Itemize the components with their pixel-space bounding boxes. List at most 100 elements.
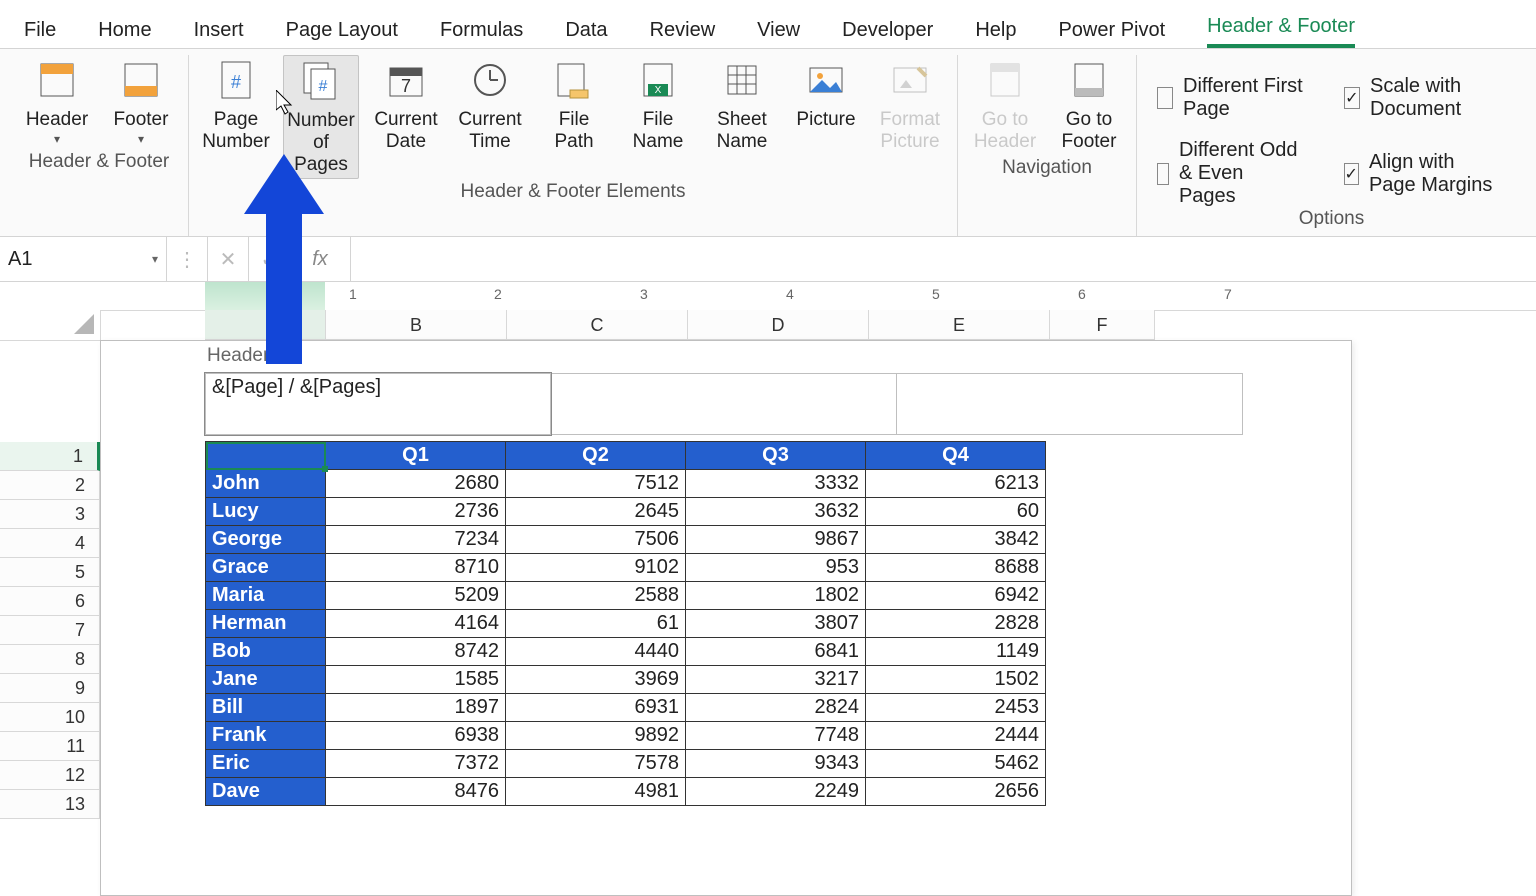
- data-cell[interactable]: 9343: [686, 750, 866, 778]
- cell-a1[interactable]: [206, 442, 326, 470]
- cancel-icon[interactable]: ✕: [208, 237, 249, 281]
- row-name-cell[interactable]: Maria: [206, 582, 326, 610]
- check-align[interactable]: ✓ Align with Page Margins: [1344, 139, 1506, 208]
- data-cell[interactable]: 8742: [326, 638, 506, 666]
- col-header-e[interactable]: E: [869, 310, 1050, 340]
- data-cell[interactable]: 2656: [866, 778, 1046, 806]
- row-name-cell[interactable]: Eric: [206, 750, 326, 778]
- data-cell[interactable]: 2645: [506, 498, 686, 526]
- data-cell[interactable]: 7234: [326, 526, 506, 554]
- data-cell[interactable]: 61: [506, 610, 686, 638]
- col-header-c[interactable]: C: [507, 310, 688, 340]
- check-scale[interactable]: ✓ Scale with Document: [1344, 75, 1506, 121]
- row-name-cell[interactable]: Dave: [206, 778, 326, 806]
- number-of-pages-button[interactable]: # Number of Pages: [283, 55, 359, 179]
- header-button[interactable]: Header ▾: [20, 55, 94, 149]
- row-header[interactable]: 1: [0, 442, 100, 471]
- row-name-cell[interactable]: John: [206, 470, 326, 498]
- row-name-cell[interactable]: Lucy: [206, 498, 326, 526]
- row-name-cell[interactable]: George: [206, 526, 326, 554]
- current-date-button[interactable]: 7 Current Date: [369, 55, 443, 155]
- tab-developer[interactable]: Developer: [842, 19, 933, 48]
- page-number-button[interactable]: # Page Number: [199, 55, 273, 155]
- data-cell[interactable]: 9867: [686, 526, 866, 554]
- row-header[interactable]: 8: [0, 645, 100, 674]
- row-header[interactable]: 12: [0, 761, 100, 790]
- col-header-f[interactable]: F: [1050, 310, 1155, 340]
- header-right-box[interactable]: [897, 373, 1243, 435]
- tab-header-footer[interactable]: Header & Footer: [1207, 15, 1355, 48]
- data-cell[interactable]: 6938: [326, 722, 506, 750]
- data-cell[interactable]: 1149: [866, 638, 1046, 666]
- data-cell[interactable]: 2736: [326, 498, 506, 526]
- sheet-name-button[interactable]: Sheet Name: [705, 55, 779, 155]
- row-header[interactable]: 3: [0, 500, 100, 529]
- data-cell[interactable]: 4981: [506, 778, 686, 806]
- current-time-button[interactable]: Current Time: [453, 55, 527, 155]
- data-cell[interactable]: 2249: [686, 778, 866, 806]
- data-cell[interactable]: 6942: [866, 582, 1046, 610]
- data-cell[interactable]: 5209: [326, 582, 506, 610]
- table-header[interactable]: Q1: [326, 442, 506, 470]
- data-cell[interactable]: 2824: [686, 694, 866, 722]
- file-name-button[interactable]: X File Name: [621, 55, 695, 155]
- data-cell[interactable]: 4440: [506, 638, 686, 666]
- data-cell[interactable]: 3969: [506, 666, 686, 694]
- data-cell[interactable]: 3332: [686, 470, 866, 498]
- data-cell[interactable]: 7512: [506, 470, 686, 498]
- tab-power-pivot[interactable]: Power Pivot: [1058, 19, 1165, 48]
- data-cell[interactable]: 8476: [326, 778, 506, 806]
- row-header[interactable]: 13: [0, 790, 100, 819]
- data-cell[interactable]: 2453: [866, 694, 1046, 722]
- row-header[interactable]: 11: [0, 732, 100, 761]
- data-cell[interactable]: 6841: [686, 638, 866, 666]
- row-name-cell[interactable]: Grace: [206, 554, 326, 582]
- tab-help[interactable]: Help: [975, 19, 1016, 48]
- data-cell[interactable]: 60: [866, 498, 1046, 526]
- tab-home[interactable]: Home: [98, 19, 151, 48]
- data-cell[interactable]: 2444: [866, 722, 1046, 750]
- data-cell[interactable]: 8710: [326, 554, 506, 582]
- data-cell[interactable]: 2588: [506, 582, 686, 610]
- data-cell[interactable]: 9892: [506, 722, 686, 750]
- row-name-cell[interactable]: Bill: [206, 694, 326, 722]
- go-to-footer-button[interactable]: Go to Footer: [1052, 55, 1126, 155]
- enter-icon[interactable]: ✓: [249, 237, 290, 281]
- tab-data[interactable]: Data: [565, 19, 607, 48]
- row-name-cell[interactable]: Herman: [206, 610, 326, 638]
- footer-button[interactable]: Footer ▾: [104, 55, 178, 149]
- row-header[interactable]: 2: [0, 471, 100, 500]
- row-header[interactable]: 10: [0, 703, 100, 732]
- data-cell[interactable]: 7748: [686, 722, 866, 750]
- data-cell[interactable]: 3632: [686, 498, 866, 526]
- tab-formulas[interactable]: Formulas: [440, 19, 523, 48]
- select-all-corner[interactable]: [0, 282, 101, 341]
- col-header-a[interactable]: [205, 310, 326, 340]
- col-header-d[interactable]: D: [688, 310, 869, 340]
- formula-input[interactable]: [351, 237, 1536, 281]
- data-cell[interactable]: 7372: [326, 750, 506, 778]
- row-header[interactable]: 6: [0, 587, 100, 616]
- data-cell[interactable]: 3217: [686, 666, 866, 694]
- table-header[interactable]: Q2: [506, 442, 686, 470]
- data-cell[interactable]: 1897: [326, 694, 506, 722]
- file-path-button[interactable]: File Path: [537, 55, 611, 155]
- data-cell[interactable]: 1802: [686, 582, 866, 610]
- check-diff-first[interactable]: Different First Page: [1157, 75, 1304, 121]
- row-header[interactable]: 5: [0, 558, 100, 587]
- data-cell[interactable]: 6213: [866, 470, 1046, 498]
- row-header[interactable]: 7: [0, 616, 100, 645]
- tab-file[interactable]: File: [24, 19, 56, 48]
- row-name-cell[interactable]: Jane: [206, 666, 326, 694]
- data-cell[interactable]: 6931: [506, 694, 686, 722]
- data-cell[interactable]: 3842: [866, 526, 1046, 554]
- data-cell[interactable]: 5462: [866, 750, 1046, 778]
- data-cell[interactable]: 2828: [866, 610, 1046, 638]
- fx-label[interactable]: fx: [290, 237, 351, 281]
- header-left-box[interactable]: &[Page] / &[Pages]: [205, 373, 551, 435]
- table-header[interactable]: Q3: [686, 442, 866, 470]
- tab-page-layout[interactable]: Page Layout: [286, 19, 398, 48]
- header-center-box[interactable]: [551, 373, 897, 435]
- data-cell[interactable]: 953: [686, 554, 866, 582]
- row-header[interactable]: 9: [0, 674, 100, 703]
